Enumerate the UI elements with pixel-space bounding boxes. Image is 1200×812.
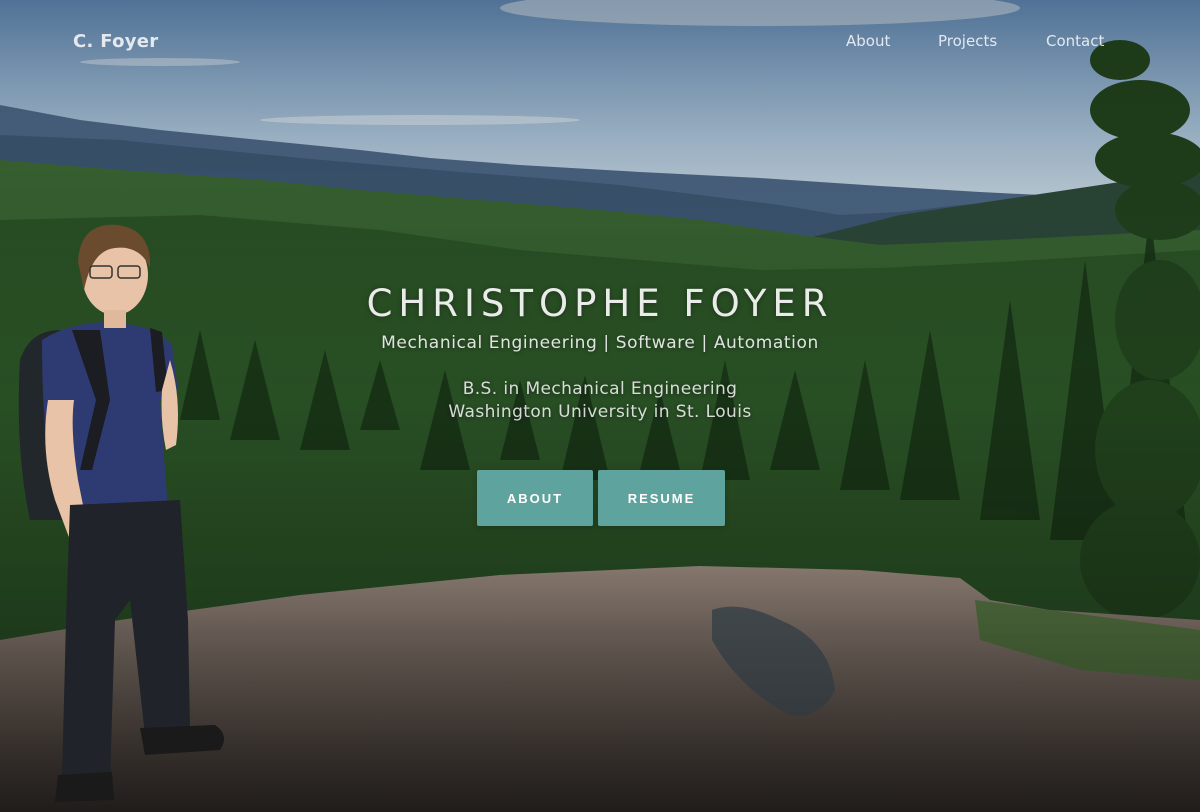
about-button[interactable]: ABOUT (477, 470, 593, 526)
hero-name-heading: CHRISTOPHE FOYER (366, 282, 834, 325)
school-text: Washington University in St. Louis (448, 402, 752, 422)
nav-link-contact[interactable]: Contact (1046, 32, 1104, 50)
nav-links: About Projects Contact (0, 32, 1200, 56)
top-navigation: C. Foyer About Projects Contact (0, 0, 1200, 84)
nav-link-projects[interactable]: Projects (938, 32, 997, 50)
hero-tagline: Mechanical Engineering | Software | Auto… (381, 333, 819, 353)
nav-link-about[interactable]: About (846, 32, 890, 50)
resume-button[interactable]: RESUME (598, 470, 725, 526)
degree-text: B.S. in Mechanical Engineering (462, 379, 738, 399)
hero-education: B.S. in Mechanical Engineering Washingto… (0, 378, 1200, 424)
